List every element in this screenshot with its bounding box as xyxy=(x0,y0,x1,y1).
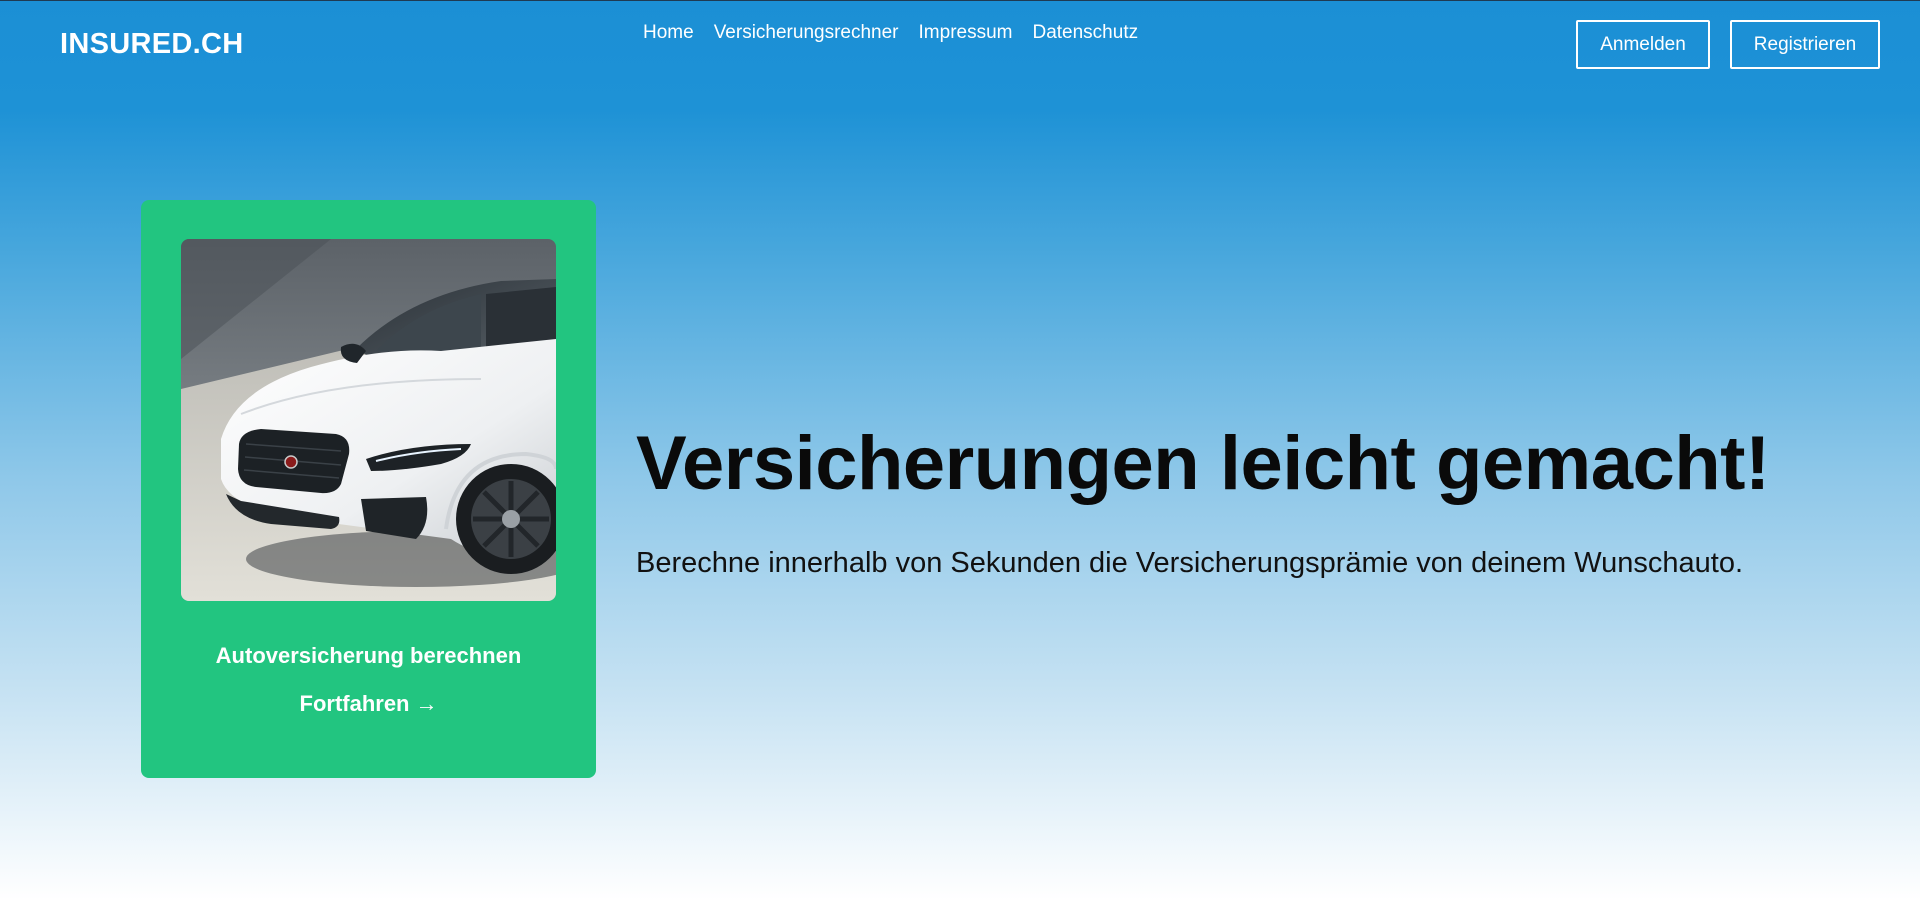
continue-link[interactable]: Fortfahren → xyxy=(141,691,596,717)
car-insurance-card[interactable]: Autoversicherung berechnen Fortfahren → xyxy=(141,200,596,778)
nav-link-datenschutz[interactable]: Datenschutz xyxy=(1032,22,1138,44)
auth-buttons: Anmelden Registrieren xyxy=(1576,20,1880,69)
nav-link-impressum[interactable]: Impressum xyxy=(919,22,1013,44)
hero-subtitle: Berechne innerhalb von Sekunden die Vers… xyxy=(636,547,1743,579)
top-border xyxy=(0,0,1920,1)
card-title: Autoversicherung berechnen xyxy=(215,643,522,668)
register-button[interactable]: Registrieren xyxy=(1730,20,1880,69)
continue-link-label: Fortfahren xyxy=(299,691,410,716)
site-logo[interactable]: INSURED.CH xyxy=(60,28,243,61)
login-button[interactable]: Anmelden xyxy=(1576,20,1710,69)
hero-title: Versicherungen leicht gemacht! xyxy=(636,421,1770,506)
arrow-right-icon: → xyxy=(415,691,438,716)
car-image xyxy=(181,239,556,601)
nav-link-versicherungsrechner[interactable]: Versicherungsrechner xyxy=(714,22,899,44)
nav-link-home[interactable]: Home xyxy=(643,22,694,44)
main-nav: Home Versicherungsrechner Impressum Date… xyxy=(643,22,1138,44)
